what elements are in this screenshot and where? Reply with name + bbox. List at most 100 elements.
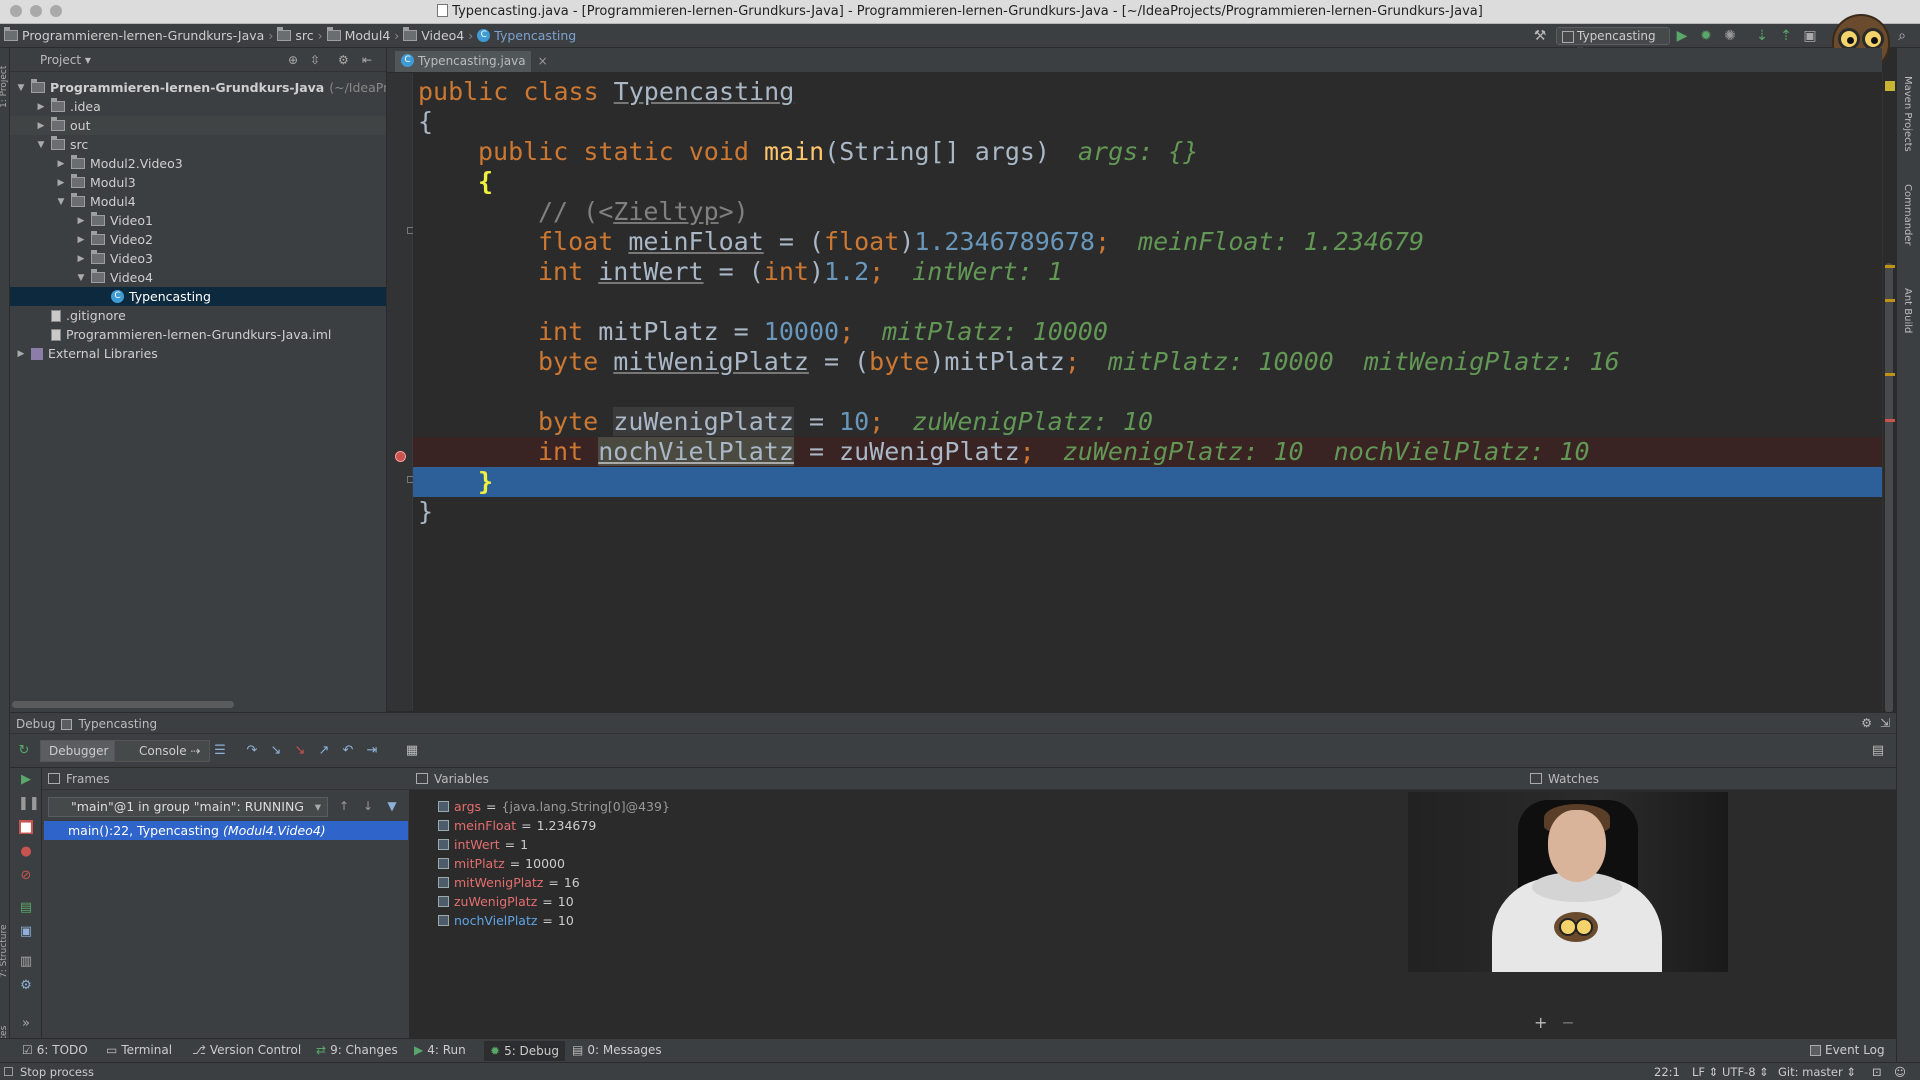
tree-item[interactable]: ▶ .idea (10, 97, 386, 116)
editor-gutter[interactable] (387, 73, 414, 711)
git-branch[interactable]: Git: master ⇕ (1778, 1065, 1856, 1079)
tree-item[interactable]: ▼ src (10, 135, 386, 154)
collapsed-arrow-icon[interactable]: ▶ (76, 254, 86, 264)
editor-tab-typencasting[interactable]: C Typencasting.java × (395, 51, 548, 72)
code-line[interactable]: byte zuWenigPlatz = 10; zuWenigPlatz: 10 (413, 407, 1882, 437)
view-breakpoints-icon[interactable]: ● (18, 844, 34, 860)
tree-item[interactable]: ▶ Video1 (10, 211, 386, 230)
execution-point-line[interactable]: } (413, 467, 1882, 497)
evaluate-expression-icon[interactable]: ▦ (404, 743, 420, 759)
more-icon[interactable]: » (18, 1016, 34, 1032)
variable-row[interactable]: intWert = 1 (438, 835, 528, 854)
breakpoint-icon[interactable] (395, 451, 406, 462)
expanded-arrow-icon[interactable]: ▼ (56, 197, 66, 207)
structure-tool-tab[interactable]: 7: Structure (0, 925, 9, 979)
breadcrumb-video4[interactable]: Video4 (421, 28, 464, 43)
filter-icon[interactable]: ▼ (384, 799, 400, 815)
variable-row[interactable]: zuWenigPlatz = 10 (438, 892, 574, 911)
tree-item[interactable]: C Typencasting (10, 287, 386, 306)
breadcrumb-modul4[interactable]: Modul4 (345, 28, 391, 43)
code-line[interactable] (413, 377, 1882, 407)
collapsed-arrow-icon[interactable]: ▶ (56, 159, 66, 169)
collapsed-arrow-icon[interactable]: ▶ (76, 216, 86, 226)
ant-build-tab[interactable]: Ant Build (1902, 288, 1913, 333)
restore-icon[interactable]: ▣ (18, 924, 34, 940)
variable-row[interactable]: nochVielPlatz = 10 (438, 911, 574, 930)
lock-icon[interactable]: ⊡ (1872, 1065, 1882, 1079)
settings-icon[interactable]: ▣ (1802, 28, 1818, 44)
code-line[interactable]: public static void main(String[] args) ar… (413, 137, 1882, 167)
show-execution-point-icon[interactable]: ☰ (212, 743, 228, 759)
drop-frame-icon[interactable]: ↶ (340, 743, 356, 759)
step-over-icon[interactable]: ↷ (244, 743, 260, 759)
expanded-arrow-icon[interactable]: ▼ (36, 140, 46, 150)
stop-icon[interactable]: ■ (19, 820, 33, 835)
mute-breakpoints-icon[interactable]: ⊘ (18, 868, 34, 884)
gear-icon[interactable]: ⚙ (338, 53, 349, 67)
restore-layout-icon[interactable]: ▤ (1870, 743, 1886, 759)
commander-tab[interactable]: Commander (1902, 184, 1913, 246)
tree-item[interactable]: .gitignore (10, 306, 386, 325)
file-encoding[interactable]: UTF-8 ⇕ (1722, 1065, 1769, 1079)
line-separator[interactable]: LF ⇕ (1692, 1065, 1718, 1079)
coverage-icon[interactable]: ✺ (1722, 28, 1738, 44)
hide-panel-icon[interactable]: ⇲ (1880, 716, 1890, 730)
breadcrumb-project[interactable]: Programmieren-lernen-Grundkurs-Java (22, 28, 264, 43)
rerun-icon[interactable]: ↻ (16, 743, 32, 759)
resume-icon[interactable]: ▶ (18, 772, 34, 788)
get-thread-dump-icon[interactable]: ▤ (18, 900, 34, 916)
code-line[interactable]: { (413, 107, 1882, 137)
variable-row[interactable]: args = {java.lang.String[0]@439} (438, 797, 670, 816)
vcs-update-icon[interactable]: ⇣ (1754, 28, 1770, 44)
tool-window-terminal[interactable]: ▭ Terminal (106, 1043, 172, 1057)
warning-marker[interactable] (1885, 265, 1895, 268)
debug-icon[interactable]: ✹ (1698, 28, 1714, 44)
run-to-cursor-icon[interactable]: ⇥ (364, 743, 380, 759)
variable-row[interactable]: mitPlatz = 10000 (438, 854, 565, 873)
pause-icon[interactable]: ❚❚ (18, 796, 40, 812)
code-line[interactable]: float meinFloat = (float)1.2346789678; me… (413, 227, 1882, 257)
hide-icon[interactable]: ⇤ (362, 53, 372, 67)
project-view-selector[interactable]: Project (22, 53, 81, 67)
previous-frame-icon[interactable]: ↑ (336, 799, 352, 815)
tool-window-run[interactable]: ▶ 4: Run (414, 1043, 466, 1057)
tree-item[interactable]: ▶ Modul2.Video3 (10, 154, 386, 173)
caret-position[interactable]: 22:1 (1654, 1065, 1680, 1079)
tree-item[interactable]: ▼ Video4 (10, 268, 386, 287)
vcs-commit-icon[interactable]: ⇡ (1778, 28, 1794, 44)
tree-item[interactable]: ▶ out (10, 116, 386, 135)
tool-window-debug[interactable]: ✹ 5: Debug (484, 1041, 566, 1061)
tool-window-todo[interactable]: ☑ 6: TODO (22, 1043, 88, 1057)
layout-icon[interactable]: ▥ (18, 954, 34, 970)
collapse-icon[interactable]: ⇳ (310, 53, 320, 67)
tree-item[interactable]: Programmieren-lernen-Grundkurs-Java.iml (10, 325, 386, 344)
horizontal-scrollbar[interactable] (12, 701, 234, 708)
tool-window-changes[interactable]: ⇄ 9: Changes (316, 1043, 398, 1057)
breakpoint-line[interactable]: int nochVielPlatz = zuWenigPlatz; zuWenig… (413, 437, 1882, 467)
settings-icon[interactable]: ⚙ (18, 978, 34, 994)
code-line[interactable]: int mitPlatz = 10000; mitPlatz: 10000 (413, 317, 1882, 347)
tree-item[interactable]: ▼ Programmieren-lernen-Grundkurs-Java (~/I… (10, 78, 386, 97)
tree-item[interactable]: ▶ Video3 (10, 249, 386, 268)
code-line[interactable]: // (<Zieltyp>) (413, 197, 1882, 227)
remove-watch-button[interactable]: − (1561, 1013, 1574, 1032)
variable-row[interactable]: mitWenigPlatz = 16 (438, 873, 580, 892)
project-tool-tab[interactable]: 1: Project (0, 66, 9, 108)
warning-marker[interactable] (1885, 373, 1895, 376)
tab-debugger[interactable]: Debugger (40, 740, 118, 762)
collapsed-arrow-icon[interactable]: ▶ (76, 235, 86, 245)
breadcrumb-typencasting[interactable]: Typencasting (494, 28, 576, 43)
variable-row[interactable]: meinFloat = 1.234679 (438, 816, 596, 835)
debug-config-name[interactable]: Typencasting (78, 717, 157, 733)
collapsed-arrow-icon[interactable]: ▶ (36, 121, 46, 131)
force-step-into-icon[interactable]: ↘ (292, 743, 308, 759)
stack-frame-item[interactable]: main():22, Typencasting (Modul4.Video4) (44, 821, 408, 840)
code-line[interactable] (413, 287, 1882, 317)
code-line[interactable]: int intWert = (int)1.2; intWert: 1 (413, 257, 1882, 287)
expanded-arrow-icon[interactable]: ▼ (76, 273, 86, 283)
tree-item[interactable]: ▶ Video2 (10, 230, 386, 249)
run-configuration-select[interactable]: Typencasting ▾ (1556, 27, 1670, 57)
step-into-icon[interactable]: ↘ (268, 743, 284, 759)
vertical-scrollbar[interactable] (1885, 263, 1893, 713)
tree-item[interactable]: ▼ Modul4 (10, 192, 386, 211)
